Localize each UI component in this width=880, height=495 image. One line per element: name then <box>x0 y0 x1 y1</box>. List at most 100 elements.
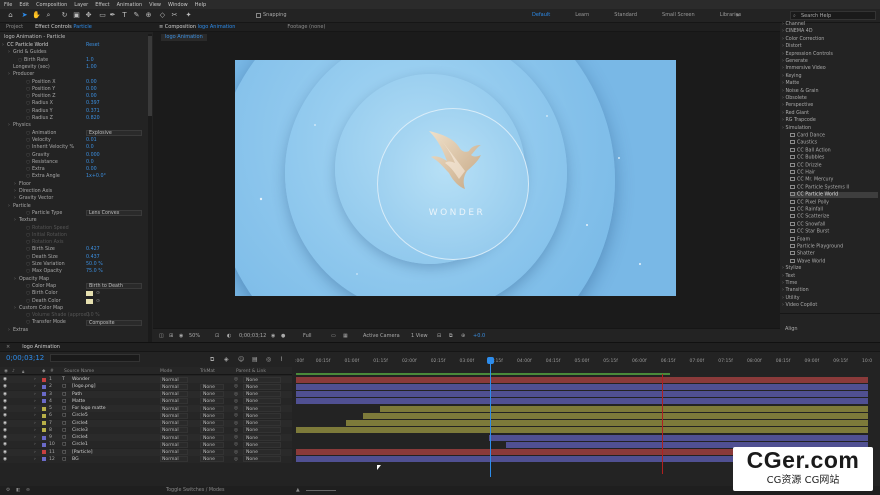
snapping-checkbox[interactable] <box>256 13 261 18</box>
effect-property-row[interactable]: ◌ Animation Explosive <box>0 130 148 137</box>
effect-preset-item[interactable]: CC Scatterize <box>790 214 829 220</box>
stopwatch-icon[interactable]: ◌ <box>26 298 30 305</box>
layer-name[interactable]: Circle4 <box>72 420 88 427</box>
stopwatch-icon[interactable]: ◌ <box>26 290 30 297</box>
layer-parent-select[interactable]: None <box>243 376 281 383</box>
layer-trkmat-select[interactable]: None <box>200 427 224 434</box>
effect-property-value[interactable]: 0.00 <box>86 166 97 173</box>
effect-property-row[interactable]: › Extras <box>0 327 148 334</box>
stopwatch-icon[interactable]: ◌ <box>26 283 30 290</box>
stopwatch-icon[interactable]: ◌ <box>26 144 30 151</box>
effect-property-value[interactable]: 0.01 <box>86 137 97 144</box>
comp-breadcrumb[interactable]: logo Animation <box>161 34 207 41</box>
layer-twirl-icon[interactable]: › <box>34 449 36 456</box>
effect-property-value[interactable]: 0.427 <box>86 246 100 253</box>
pick-whip-icon[interactable]: ◎ <box>234 449 238 456</box>
search-help-field[interactable]: ⌕ Search Help <box>790 11 876 20</box>
disclosure-icon[interactable]: › <box>8 49 10 56</box>
disclosure-icon[interactable]: › <box>8 122 10 129</box>
layer-name[interactable]: Circle5 <box>72 412 88 419</box>
zoom-level[interactable]: 50% <box>189 333 200 339</box>
effect-preset-item[interactable]: Shatter <box>790 251 815 257</box>
stopwatch-icon[interactable]: ◌ <box>26 100 30 107</box>
stopwatch-icon[interactable]: ◌ <box>26 79 30 86</box>
color-swatch[interactable] <box>86 298 93 304</box>
stopwatch-icon[interactable]: ◌ <box>26 210 30 217</box>
disclosure-icon[interactable]: › <box>14 217 16 224</box>
layer-duration-bar[interactable] <box>380 405 868 412</box>
effect-property-value[interactable]: 0.0 <box>86 144 94 151</box>
layer-name[interactable]: Circle3 <box>72 427 88 434</box>
layer-parent-select[interactable]: None <box>243 456 281 463</box>
effect-category[interactable]: › Immersive Video <box>782 66 826 71</box>
layer-label-color[interactable] <box>42 428 46 433</box>
layer-twirl-icon[interactable]: › <box>34 427 36 434</box>
visibility-eye-icon[interactable]: ◉ <box>3 434 7 441</box>
effect-property-row[interactable]: ◌ Radius Y 0.371 <box>0 108 148 115</box>
trkmat-header[interactable]: TrkMat <box>200 369 215 374</box>
resolution-select[interactable]: Full <box>303 333 312 339</box>
layer-parent-select[interactable]: None <box>243 383 281 390</box>
layer-duration-bar[interactable] <box>296 383 868 390</box>
shy-layers-icon[interactable]: ☺ <box>238 356 244 363</box>
roi-icon[interactable]: ▭ <box>331 333 336 339</box>
frame-blend-icon[interactable]: ▤ <box>252 356 258 363</box>
effect-property-row[interactable]: ◌ Color Map Birth to Death <box>0 283 148 290</box>
effect-property-value[interactable]: 0.0 % <box>86 312 100 319</box>
effect-category[interactable]: › Color Correction <box>782 37 824 42</box>
visibility-eye-icon[interactable]: ◉ <box>3 376 7 383</box>
effect-preset-item[interactable]: Caustics <box>790 140 817 146</box>
layer-duration-bar[interactable] <box>363 412 868 419</box>
menu-item-layer[interactable]: Layer <box>74 2 88 8</box>
menu-item-view[interactable]: View <box>149 2 161 8</box>
effect-category[interactable]: › Distort <box>782 44 802 49</box>
puppet-tool-icon[interactable]: ✦ <box>184 11 193 20</box>
timeline-close-icon[interactable]: × <box>0 344 16 350</box>
effect-category[interactable]: › Video Copilot <box>782 303 817 308</box>
layer-twirl-icon[interactable]: › <box>34 383 36 390</box>
camera-tool-icon[interactable]: ▣ <box>72 11 81 20</box>
effect-property-value[interactable]: 0.397 <box>86 100 100 107</box>
layer-label-color[interactable] <box>42 413 46 418</box>
timeline-zoom-out-icon[interactable]: ▲ <box>296 488 300 493</box>
clone-tool-icon[interactable]: ⊕ <box>144 11 153 20</box>
effect-property-row[interactable]: ◌ Velocity 0.01 <box>0 137 148 144</box>
effect-preset-item[interactable]: CC Snowfall <box>790 221 825 227</box>
stopwatch-icon[interactable]: ◌ <box>26 86 30 93</box>
disclosure-icon[interactable]: › <box>14 181 16 188</box>
snapshot-icon[interactable]: ◉ <box>179 333 183 339</box>
effect-category[interactable]: › Utility <box>782 296 800 301</box>
timeline-zoom-slider[interactable] <box>306 490 336 491</box>
layer-duration-bar[interactable] <box>296 376 868 383</box>
effect-property-value[interactable]: 50.0 % <box>86 261 103 268</box>
effect-preset-item[interactable]: CC Rainfall <box>790 207 823 213</box>
safe-area-icon[interactable]: ⊡ <box>215 333 219 339</box>
effect-property-row[interactable]: ◌ Inherit Velocity % 0.0 <box>0 144 148 151</box>
effect-panel-scrollbar[interactable] <box>148 34 152 342</box>
effect-category[interactable]: › Transition <box>782 288 809 293</box>
layer-twirl-icon[interactable]: › <box>34 456 36 463</box>
effect-preset-item[interactable]: CC Mr. Mercury <box>790 177 833 183</box>
stopwatch-icon[interactable]: ◌ <box>26 232 30 239</box>
layer-name[interactable]: Circle4 <box>72 434 88 441</box>
pick-whip-icon[interactable]: ◎ <box>234 391 238 398</box>
effect-property-row[interactable]: › Grid & Guides <box>0 49 148 56</box>
zoom-tool-icon[interactable]: ⌕ <box>44 11 53 20</box>
workspace-standard[interactable]: Standard <box>614 12 637 18</box>
effect-property-row[interactable]: ◌ Birth Rate 1.0 <box>0 57 148 64</box>
pick-whip-icon[interactable]: ◎ <box>234 456 238 463</box>
visibility-eye-icon[interactable]: ◉ <box>3 391 7 398</box>
layer-twirl-icon[interactable]: › <box>34 376 36 383</box>
effect-property-row[interactable]: ◌ Position X 0.00 <box>0 79 148 86</box>
effect-property-row[interactable]: › Gravity Vector <box>0 195 148 202</box>
layer-trkmat-select[interactable]: None <box>200 412 224 419</box>
effect-property-row[interactable]: ◌ Rotation Speed <box>0 225 148 232</box>
reset-exposure-icon[interactable]: ⊕ <box>461 333 465 339</box>
layer-twirl-icon[interactable]: › <box>34 398 36 405</box>
effect-property-row[interactable]: ◌ Extra 0.00 <box>0 166 148 173</box>
effect-preset-item[interactable]: CC Ball Action <box>790 147 831 153</box>
time-ruler[interactable]: :00f 00:15f 01:00f 01:15f 02:00f 02:15f 03:00f… <box>295 356 875 368</box>
pick-whip-icon[interactable]: ◎ <box>234 420 238 427</box>
effect-property-value[interactable]: 0.437 <box>86 254 100 261</box>
comp-flow-icon[interactable]: ⧉ <box>210 356 214 364</box>
